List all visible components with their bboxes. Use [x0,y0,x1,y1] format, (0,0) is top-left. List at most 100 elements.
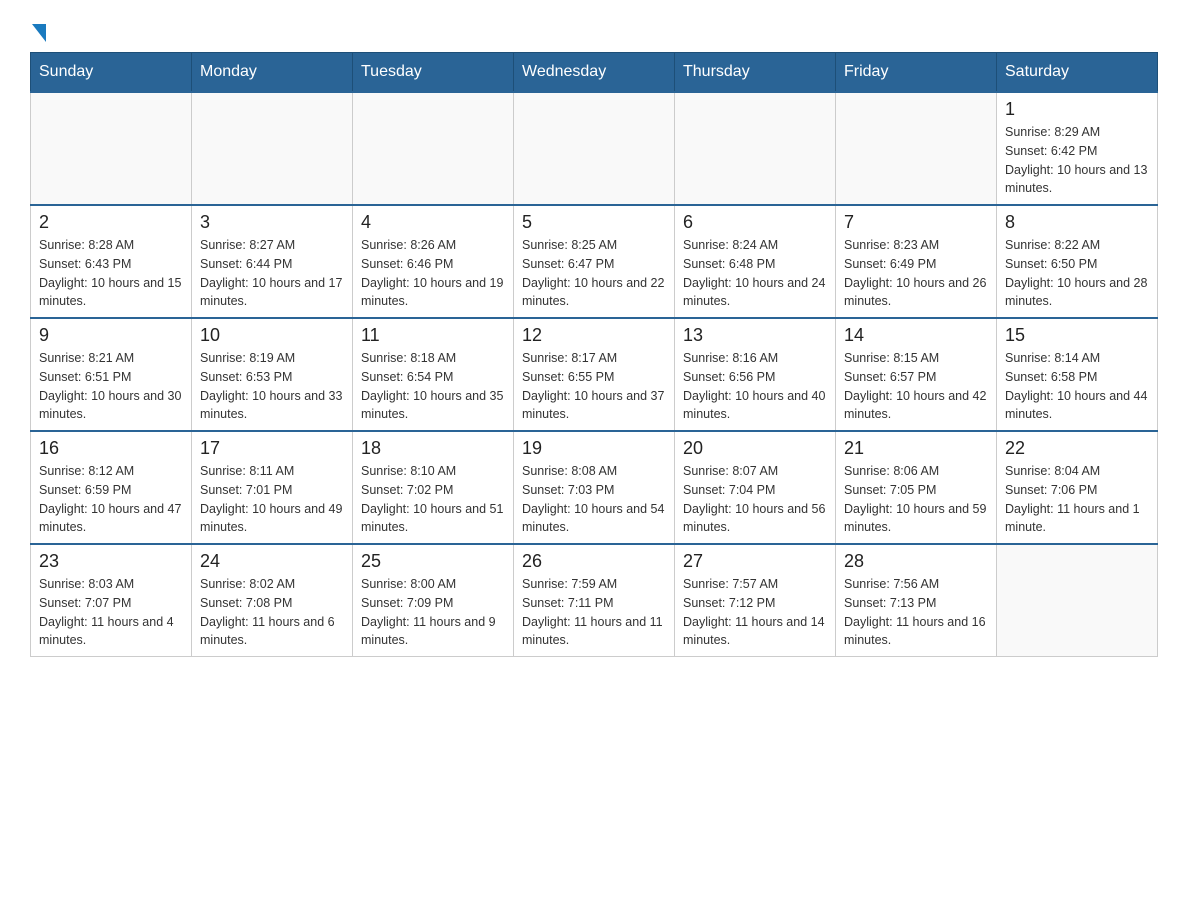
day-info: Sunrise: 8:29 AM Sunset: 6:42 PM Dayligh… [1005,123,1149,198]
column-header-monday: Monday [192,53,353,93]
day-info: Sunrise: 7:57 AM Sunset: 7:12 PM Dayligh… [683,575,827,650]
day-info: Sunrise: 8:03 AM Sunset: 7:07 PM Dayligh… [39,575,183,650]
day-number: 3 [200,212,344,233]
calendar-cell: 23 Sunrise: 8:03 AM Sunset: 7:07 PM Dayli… [31,544,192,657]
page-header [30,20,1158,42]
day-info: Sunrise: 8:19 AM Sunset: 6:53 PM Dayligh… [200,349,344,424]
calendar-cell: 26 Sunrise: 7:59 AM Sunset: 7:11 PM Dayli… [514,544,675,657]
day-info: Sunrise: 8:27 AM Sunset: 6:44 PM Dayligh… [200,236,344,311]
day-number: 17 [200,438,344,459]
day-number: 2 [39,212,183,233]
day-info: Sunrise: 7:56 AM Sunset: 7:13 PM Dayligh… [844,575,988,650]
day-number: 5 [522,212,666,233]
calendar-cell: 14 Sunrise: 8:15 AM Sunset: 6:57 PM Dayli… [836,318,997,431]
day-number: 20 [683,438,827,459]
calendar-cell [514,92,675,205]
day-number: 14 [844,325,988,346]
calendar-cell [997,544,1158,657]
calendar-cell: 22 Sunrise: 8:04 AM Sunset: 7:06 PM Dayli… [997,431,1158,544]
day-number: 11 [361,325,505,346]
day-info: Sunrise: 8:08 AM Sunset: 7:03 PM Dayligh… [522,462,666,537]
week-row-3: 9 Sunrise: 8:21 AM Sunset: 6:51 PM Daylig… [31,318,1158,431]
calendar-cell: 3 Sunrise: 8:27 AM Sunset: 6:44 PM Daylig… [192,205,353,318]
logo [30,20,46,42]
calendar-cell: 19 Sunrise: 8:08 AM Sunset: 7:03 PM Dayli… [514,431,675,544]
day-info: Sunrise: 8:02 AM Sunset: 7:08 PM Dayligh… [200,575,344,650]
column-header-thursday: Thursday [675,53,836,93]
day-info: Sunrise: 8:15 AM Sunset: 6:57 PM Dayligh… [844,349,988,424]
logo-arrow-icon [32,24,46,42]
calendar-cell: 25 Sunrise: 8:00 AM Sunset: 7:09 PM Dayli… [353,544,514,657]
calendar-cell: 4 Sunrise: 8:26 AM Sunset: 6:46 PM Daylig… [353,205,514,318]
day-info: Sunrise: 8:26 AM Sunset: 6:46 PM Dayligh… [361,236,505,311]
logo-general [30,20,46,42]
calendar-cell: 8 Sunrise: 8:22 AM Sunset: 6:50 PM Daylig… [997,205,1158,318]
calendar-cell: 10 Sunrise: 8:19 AM Sunset: 6:53 PM Dayli… [192,318,353,431]
calendar-cell: 21 Sunrise: 8:06 AM Sunset: 7:05 PM Dayli… [836,431,997,544]
day-info: Sunrise: 8:10 AM Sunset: 7:02 PM Dayligh… [361,462,505,537]
calendar-cell: 2 Sunrise: 8:28 AM Sunset: 6:43 PM Daylig… [31,205,192,318]
day-number: 23 [39,551,183,572]
column-header-sunday: Sunday [31,53,192,93]
day-number: 4 [361,212,505,233]
day-number: 19 [522,438,666,459]
day-info: Sunrise: 8:28 AM Sunset: 6:43 PM Dayligh… [39,236,183,311]
day-number: 26 [522,551,666,572]
calendar-cell: 5 Sunrise: 8:25 AM Sunset: 6:47 PM Daylig… [514,205,675,318]
day-number: 18 [361,438,505,459]
calendar-cell: 20 Sunrise: 8:07 AM Sunset: 7:04 PM Dayli… [675,431,836,544]
calendar-cell: 15 Sunrise: 8:14 AM Sunset: 6:58 PM Dayli… [997,318,1158,431]
calendar-cell: 6 Sunrise: 8:24 AM Sunset: 6:48 PM Daylig… [675,205,836,318]
day-number: 22 [1005,438,1149,459]
calendar-cell [675,92,836,205]
day-info: Sunrise: 8:16 AM Sunset: 6:56 PM Dayligh… [683,349,827,424]
calendar-cell: 12 Sunrise: 8:17 AM Sunset: 6:55 PM Dayli… [514,318,675,431]
calendar-cell [353,92,514,205]
week-row-2: 2 Sunrise: 8:28 AM Sunset: 6:43 PM Daylig… [31,205,1158,318]
calendar-cell: 27 Sunrise: 7:57 AM Sunset: 7:12 PM Dayli… [675,544,836,657]
day-number: 8 [1005,212,1149,233]
day-number: 16 [39,438,183,459]
day-number: 15 [1005,325,1149,346]
day-info: Sunrise: 8:24 AM Sunset: 6:48 PM Dayligh… [683,236,827,311]
day-info: Sunrise: 8:21 AM Sunset: 6:51 PM Dayligh… [39,349,183,424]
day-info: Sunrise: 8:25 AM Sunset: 6:47 PM Dayligh… [522,236,666,311]
day-info: Sunrise: 8:18 AM Sunset: 6:54 PM Dayligh… [361,349,505,424]
calendar-cell: 1 Sunrise: 8:29 AM Sunset: 6:42 PM Daylig… [997,92,1158,205]
calendar-cell: 9 Sunrise: 8:21 AM Sunset: 6:51 PM Daylig… [31,318,192,431]
day-info: Sunrise: 8:04 AM Sunset: 7:06 PM Dayligh… [1005,462,1149,537]
calendar-cell: 24Sunrise: 8:02 AM Sunset: 7:08 PM Dayli… [192,544,353,657]
day-number: 6 [683,212,827,233]
calendar-cell: 16 Sunrise: 8:12 AM Sunset: 6:59 PM Dayli… [31,431,192,544]
column-header-wednesday: Wednesday [514,53,675,93]
calendar-cell: 18 Sunrise: 8:10 AM Sunset: 7:02 PM Dayli… [353,431,514,544]
day-info: Sunrise: 8:00 AM Sunset: 7:09 PM Dayligh… [361,575,505,650]
day-number: 1 [1005,99,1149,120]
column-header-friday: Friday [836,53,997,93]
day-number: 27 [683,551,827,572]
calendar-cell [836,92,997,205]
day-info: Sunrise: 8:06 AM Sunset: 7:05 PM Dayligh… [844,462,988,537]
calendar-cell: 13Sunrise: 8:16 AM Sunset: 6:56 PM Dayli… [675,318,836,431]
day-info: Sunrise: 8:12 AM Sunset: 6:59 PM Dayligh… [39,462,183,537]
week-row-4: 16 Sunrise: 8:12 AM Sunset: 6:59 PM Dayli… [31,431,1158,544]
day-info: Sunrise: 8:17 AM Sunset: 6:55 PM Dayligh… [522,349,666,424]
day-info: Sunrise: 7:59 AM Sunset: 7:11 PM Dayligh… [522,575,666,650]
day-number: 7 [844,212,988,233]
calendar-cell: 28 Sunrise: 7:56 AM Sunset: 7:13 PM Dayli… [836,544,997,657]
day-info: Sunrise: 8:07 AM Sunset: 7:04 PM Dayligh… [683,462,827,537]
day-number: 28 [844,551,988,572]
week-row-1: 1 Sunrise: 8:29 AM Sunset: 6:42 PM Daylig… [31,92,1158,205]
day-number: 21 [844,438,988,459]
day-info: Sunrise: 8:11 AM Sunset: 7:01 PM Dayligh… [200,462,344,537]
day-number: 25 [361,551,505,572]
calendar-cell [31,92,192,205]
day-info: Sunrise: 8:22 AM Sunset: 6:50 PM Dayligh… [1005,236,1149,311]
calendar-cell: 7 Sunrise: 8:23 AM Sunset: 6:49 PM Daylig… [836,205,997,318]
day-number: 10 [200,325,344,346]
day-info: Sunrise: 8:14 AM Sunset: 6:58 PM Dayligh… [1005,349,1149,424]
day-info: Sunrise: 8:23 AM Sunset: 6:49 PM Dayligh… [844,236,988,311]
day-number: 12 [522,325,666,346]
calendar-cell: 17 Sunrise: 8:11 AM Sunset: 7:01 PM Dayli… [192,431,353,544]
day-number: 9 [39,325,183,346]
